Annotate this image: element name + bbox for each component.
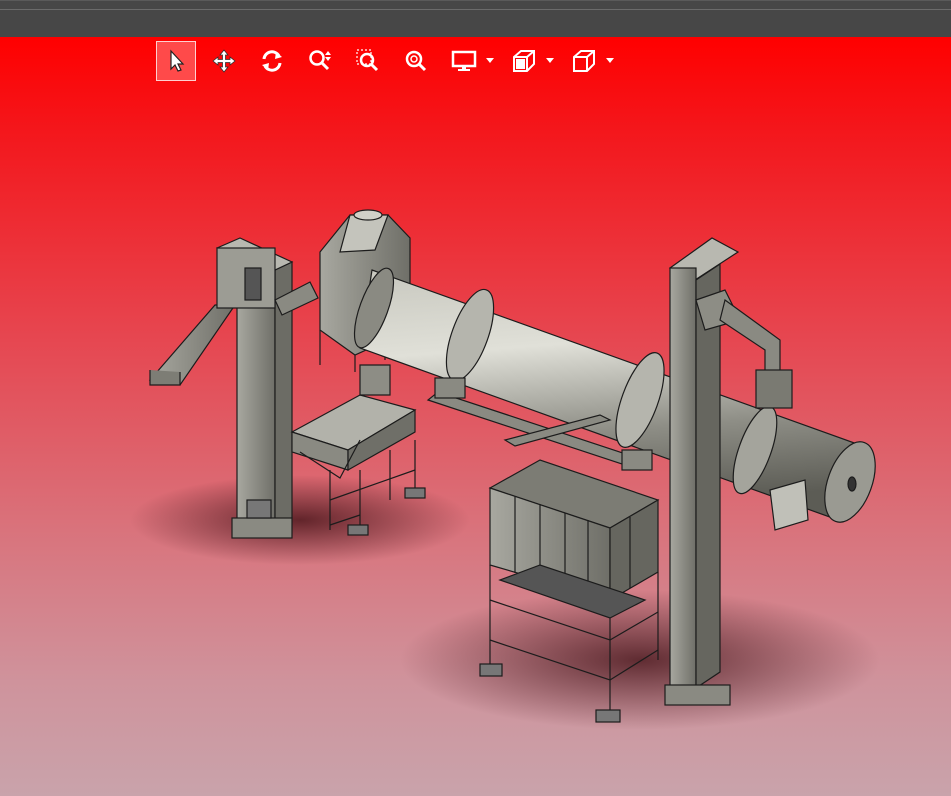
rotary-dryer-plant-3d-model[interactable] xyxy=(0,0,951,796)
